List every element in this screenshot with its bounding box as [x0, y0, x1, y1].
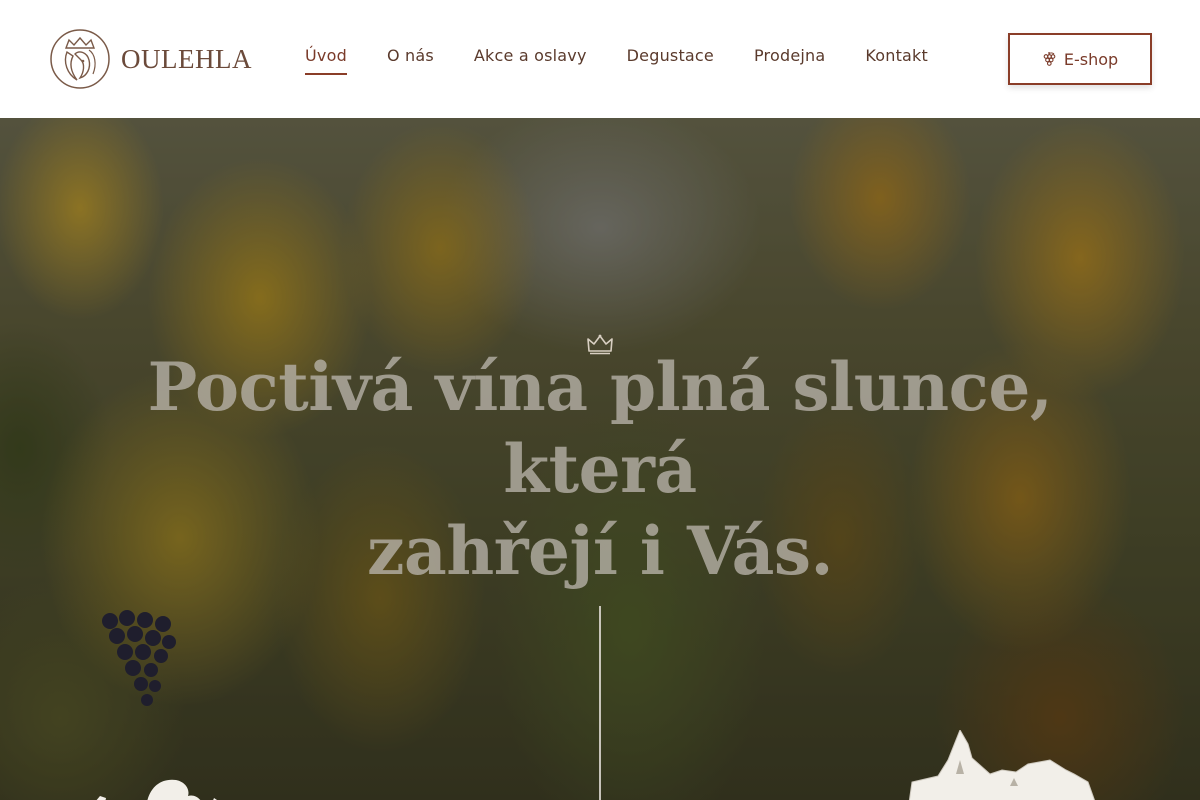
statue-silhouette-image	[96, 779, 217, 800]
eshop-label: E-shop	[1063, 49, 1119, 69]
site-header: OULEHLA Úvod O nás Akce a oslavy Degusta…	[0, 0, 1200, 118]
logo-wordmark: OULEHLA	[121, 43, 252, 74]
eshop-button[interactable]: E-shop	[1008, 33, 1152, 85]
nav-item-uvod[interactable]: Úvod	[305, 46, 347, 75]
grape-icon	[1043, 52, 1056, 66]
hero-section: Poctivá vína plná slunce, která zahřejí …	[0, 118, 1200, 800]
nav-item-degustace[interactable]: Degustace	[627, 46, 714, 75]
logo[interactable]: OULEHLA	[49, 28, 252, 90]
nav-item-o-nas[interactable]: O nás	[387, 46, 434, 75]
scroll-indicator[interactable]	[599, 606, 601, 800]
nav-item-prodejna[interactable]: Prodejna	[754, 46, 825, 75]
crest-icon	[50, 29, 110, 89]
nav-item-kontakt[interactable]: Kontakt	[865, 46, 928, 75]
hero-heading-line-2: zahřejí i Vás.	[366, 512, 834, 590]
main-nav: Úvod O nás Akce a oslavy Degustace Prode…	[305, 46, 968, 75]
hero-heading-line-1: Poctivá vína plná slunce, která	[147, 348, 1053, 508]
hero-heading: Poctivá vína plná slunce, která zahřejí …	[100, 346, 1100, 592]
nav-item-akce-a-oslavy[interactable]: Akce a oslavy	[474, 46, 587, 75]
chapel-silhouette-image	[908, 730, 1095, 800]
